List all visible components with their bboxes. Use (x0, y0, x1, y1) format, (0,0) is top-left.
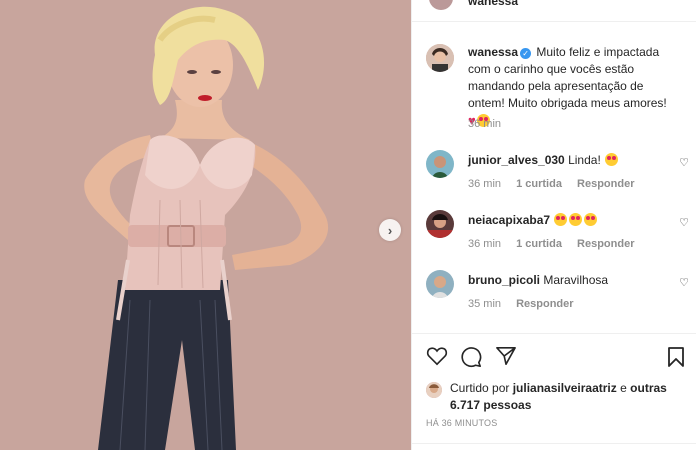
reply-button[interactable]: Responder (577, 178, 634, 190)
post-header: wanessa (412, 0, 696, 22)
heart-icon[interactable]: ♡ (679, 276, 689, 289)
caption: wanessa ✓ Muito feliz e impactada com o c… (412, 40, 696, 140)
photo-illustration (0, 0, 411, 450)
comment-likes[interactable]: 1 curtida (516, 178, 562, 190)
caption-time[interactable]: 36 min (468, 118, 501, 130)
reply-button[interactable]: Responder (516, 298, 573, 310)
comment-likes[interactable]: 1 curtida (516, 238, 562, 250)
heart-icon[interactable]: ♡ (679, 216, 689, 229)
avatar[interactable] (429, 0, 453, 10)
send-icon[interactable] (495, 346, 517, 369)
verified-badge-icon: ✓ (520, 48, 532, 59)
bookmark-icon[interactable] (667, 346, 685, 371)
chevron-right-icon: › (387, 222, 393, 238)
avatar[interactable] (426, 270, 454, 298)
comment-body: Maravilhosa (543, 273, 609, 287)
heart-eyes-emoji-icon (605, 153, 619, 166)
post-side-panel: wanessa wanessa ✓ Muito feliz e impactada… (411, 0, 696, 450)
comment-meta: 36 min 1 curtida Responder (468, 238, 646, 250)
avatar[interactable] (426, 382, 442, 398)
comment-text: junior_alves_030 Linda! (468, 152, 671, 169)
comment-meta: 35 min Responder (468, 298, 586, 310)
avatar[interactable] (426, 150, 454, 178)
avatar[interactable] (426, 44, 454, 72)
header-username[interactable]: wanessa (468, 0, 518, 8)
comment-text: neiacapixaba7 (468, 212, 671, 229)
heart-eyes-emoji-icon (554, 213, 568, 226)
heart-eyes-emoji-icon (569, 213, 583, 226)
comment-icon[interactable] (460, 346, 482, 371)
comment-text: bruno_picoli Maravilhosa (468, 272, 671, 289)
comment-body: Linda! (568, 153, 601, 167)
instagram-post: › wanessa wanessa ✓ Muito feliz e impacta… (0, 0, 696, 450)
heart-icon[interactable]: ♡ (679, 156, 689, 169)
comment: bruno_picoli Maravilhosa 35 min Responde… (412, 270, 696, 320)
comment-time[interactable]: 36 min (468, 178, 501, 190)
avatar[interactable] (426, 210, 454, 238)
reply-button[interactable]: Responder (577, 238, 634, 250)
comment-username[interactable]: bruno_picoli (468, 273, 540, 287)
comment-time[interactable]: 35 min (468, 298, 501, 310)
comment-username[interactable]: neiacapixaba7 (468, 213, 550, 227)
caption-username[interactable]: wanessa (468, 45, 518, 59)
next-image-button[interactable]: › (379, 219, 401, 241)
post-timestamp[interactable]: HÁ 36 MINUTOS (426, 418, 497, 428)
divider (412, 443, 696, 444)
comment-username[interactable]: junior_alves_030 (468, 153, 565, 167)
likes-prefix: Curtido por (450, 381, 510, 395)
comment: junior_alves_030 Linda! 36 min 1 curtida… (412, 150, 696, 200)
caption-meta: 36 min (468, 118, 513, 130)
likes-user[interactable]: julianasilveiraatriz (513, 381, 617, 395)
comment-time[interactable]: 36 min (468, 238, 501, 250)
likes-text: Curtido por julianasilveiraatriz e outra… (450, 380, 690, 414)
comment: neiacapixaba7 36 min 1 curtida Responder… (412, 210, 696, 260)
comment-meta: 36 min 1 curtida Responder (468, 178, 646, 190)
post-image[interactable]: › (0, 0, 411, 450)
likes-middle: e (620, 381, 627, 395)
heart-icon[interactable] (426, 346, 448, 369)
heart-eyes-emoji-icon (584, 213, 598, 226)
post-actions: Curtido por julianasilveiraatriz e outra… (412, 333, 696, 450)
